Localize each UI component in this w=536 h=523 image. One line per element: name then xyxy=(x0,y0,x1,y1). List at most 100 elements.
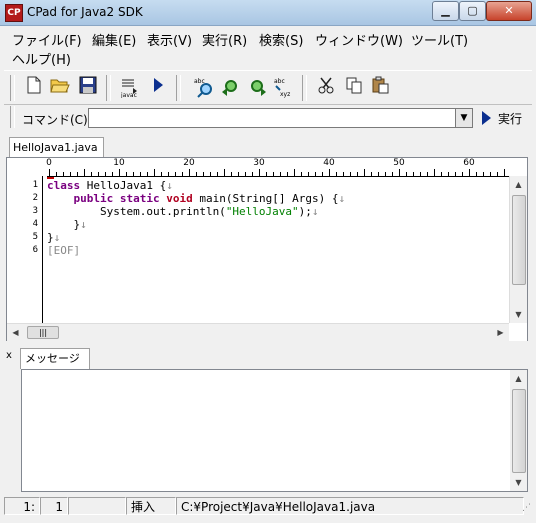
find-prev-icon[interactable] xyxy=(246,76,270,100)
status-bar: 1: 1 挿入 C:¥Project¥Java¥HelloJava1.java … xyxy=(0,495,536,523)
paste-icon[interactable] xyxy=(368,76,392,100)
replace-icon[interactable]: abc xyz xyxy=(272,76,296,100)
scroll-thumb[interactable] xyxy=(512,389,526,473)
message-vertical-scrollbar[interactable]: ▲ ▼ xyxy=(510,370,527,491)
line-number: 6 xyxy=(32,245,38,255)
run-command-button[interactable]: 実行 xyxy=(498,110,522,127)
code-text[interactable]: class HelloJava1 {↓ public static void m… xyxy=(47,179,345,257)
code-text-run: HelloJava1 { xyxy=(80,179,167,192)
compile-icon[interactable]: javac xyxy=(118,76,142,100)
menu-edit[interactable]: 編集(E) xyxy=(92,30,136,49)
eol-marker: ↓ xyxy=(53,231,61,244)
pane-splitter[interactable] xyxy=(0,341,536,345)
status-column: 1 xyxy=(40,497,68,515)
ruler-tick xyxy=(441,172,442,176)
run-command-icon[interactable] xyxy=(482,111,491,125)
ruler-tick xyxy=(301,172,302,176)
ruler-tick xyxy=(140,172,141,176)
find-icon[interactable]: abc xyxy=(192,76,216,100)
ruler-tick xyxy=(287,172,288,176)
message-output[interactable]: ▲ ▼ xyxy=(21,369,528,492)
close-icon[interactable]: x xyxy=(6,350,12,361)
ruler-tick xyxy=(434,169,435,176)
editor-horizontal-scrollbar[interactable]: ◀ ||| ▶ xyxy=(7,323,509,341)
ruler-tick xyxy=(343,172,344,176)
ruler-tick xyxy=(252,172,253,176)
ruler-tick xyxy=(378,172,379,176)
ruler-tick xyxy=(427,172,428,176)
scroll-up-icon[interactable]: ▲ xyxy=(510,370,527,387)
menu-tools[interactable]: ツール(T) xyxy=(411,30,468,49)
ruler-tick xyxy=(483,172,484,176)
scroll-up-icon[interactable]: ▲ xyxy=(510,176,527,193)
eol-marker: ↓ xyxy=(311,205,319,218)
line-number: 3 xyxy=(32,206,38,216)
ruler-tick xyxy=(105,172,106,176)
ruler-tick xyxy=(280,172,281,176)
command-label: コマンド(C) xyxy=(22,113,88,127)
ruler-tick xyxy=(98,172,99,176)
ruler-tick xyxy=(154,169,155,176)
chevron-down-icon[interactable]: ▼ xyxy=(455,108,473,128)
ruler-tick xyxy=(210,172,211,176)
menu-search[interactable]: 検索(S) xyxy=(259,30,303,49)
copy-icon[interactable] xyxy=(342,76,366,100)
cut-icon[interactable] xyxy=(314,76,338,100)
svg-text:abc: abc xyxy=(274,78,285,85)
toolbar: javac abc abc xyz xyxy=(4,70,532,105)
run-icon[interactable] xyxy=(146,76,170,100)
scroll-thumb[interactable] xyxy=(512,195,526,285)
tab-messages[interactable]: メッセージ xyxy=(20,348,90,369)
ruler-tick xyxy=(371,172,372,176)
ruler-tick xyxy=(238,172,239,176)
ruler-tick xyxy=(196,172,197,176)
ruler-tick xyxy=(49,169,50,176)
open-folder-icon[interactable] xyxy=(48,76,72,100)
menu-window[interactable]: ウィンドウ(W) xyxy=(315,30,403,49)
code-keyword: public xyxy=(73,192,114,205)
ruler-tick xyxy=(182,172,183,176)
scroll-down-icon[interactable]: ▼ xyxy=(510,306,527,323)
menu-run[interactable]: 実行(R) xyxy=(202,30,247,49)
find-next-icon[interactable] xyxy=(218,76,242,100)
code-text-run: main(String[] Args) { xyxy=(192,192,339,205)
maximize-button[interactable]: ▢ xyxy=(459,1,486,21)
code-text-run: System.out.println( xyxy=(47,205,226,218)
new-file-icon[interactable] xyxy=(22,76,46,100)
ruler-label: 50 xyxy=(393,158,405,168)
ruler-label: 40 xyxy=(323,158,335,168)
ruler-tick xyxy=(308,172,309,176)
close-button[interactable]: ✕ xyxy=(486,1,532,21)
code-keyword: class xyxy=(47,179,81,192)
editor-vertical-scrollbar[interactable]: ▲ ▼ xyxy=(509,176,527,323)
status-file-path: C:¥Project¥Java¥HelloJava1.java xyxy=(176,497,524,515)
menu-bar: ファイル(F) 編集(E) 表示(V) 実行(R) 検索(S) ウィンドウ(W)… xyxy=(4,27,532,68)
scroll-right-icon[interactable]: ▶ xyxy=(492,324,509,341)
menu-view[interactable]: 表示(V) xyxy=(147,30,192,49)
toolbar-separator xyxy=(10,106,15,128)
ruler-tick xyxy=(56,172,57,176)
eol-marker: ↓ xyxy=(80,218,87,231)
code-editor[interactable]: 0 10 20 30 40 50 60 1 2 3 4 5 6 class He… xyxy=(6,157,528,342)
scroll-left-icon[interactable]: ◀ xyxy=(7,324,24,341)
resize-grip-icon[interactable]: ⋰ xyxy=(522,503,531,513)
menu-help[interactable]: ヘルプ(H) xyxy=(12,49,71,68)
ruler-tick xyxy=(133,172,134,176)
line-number-gutter: 1 2 3 4 5 6 xyxy=(7,176,42,323)
status-blank xyxy=(68,497,126,515)
scroll-thumb[interactable]: ||| xyxy=(27,326,59,339)
toolbar-separator xyxy=(10,75,15,101)
minimize-button[interactable]: ▁ xyxy=(432,1,459,21)
app-icon[interactable]: CP xyxy=(5,4,23,22)
scroll-down-icon[interactable]: ▼ xyxy=(510,474,527,491)
ruler-tick xyxy=(350,172,351,176)
ruler-tick xyxy=(231,172,232,176)
ruler-tick xyxy=(504,169,505,176)
command-input[interactable] xyxy=(88,108,456,128)
save-disk-icon[interactable] xyxy=(76,76,100,100)
line-number: 2 xyxy=(32,193,38,203)
ruler-tick xyxy=(455,172,456,176)
tab-hellojava1[interactable]: HelloJava1.java xyxy=(9,137,104,157)
menu-file[interactable]: ファイル(F) xyxy=(12,30,82,49)
